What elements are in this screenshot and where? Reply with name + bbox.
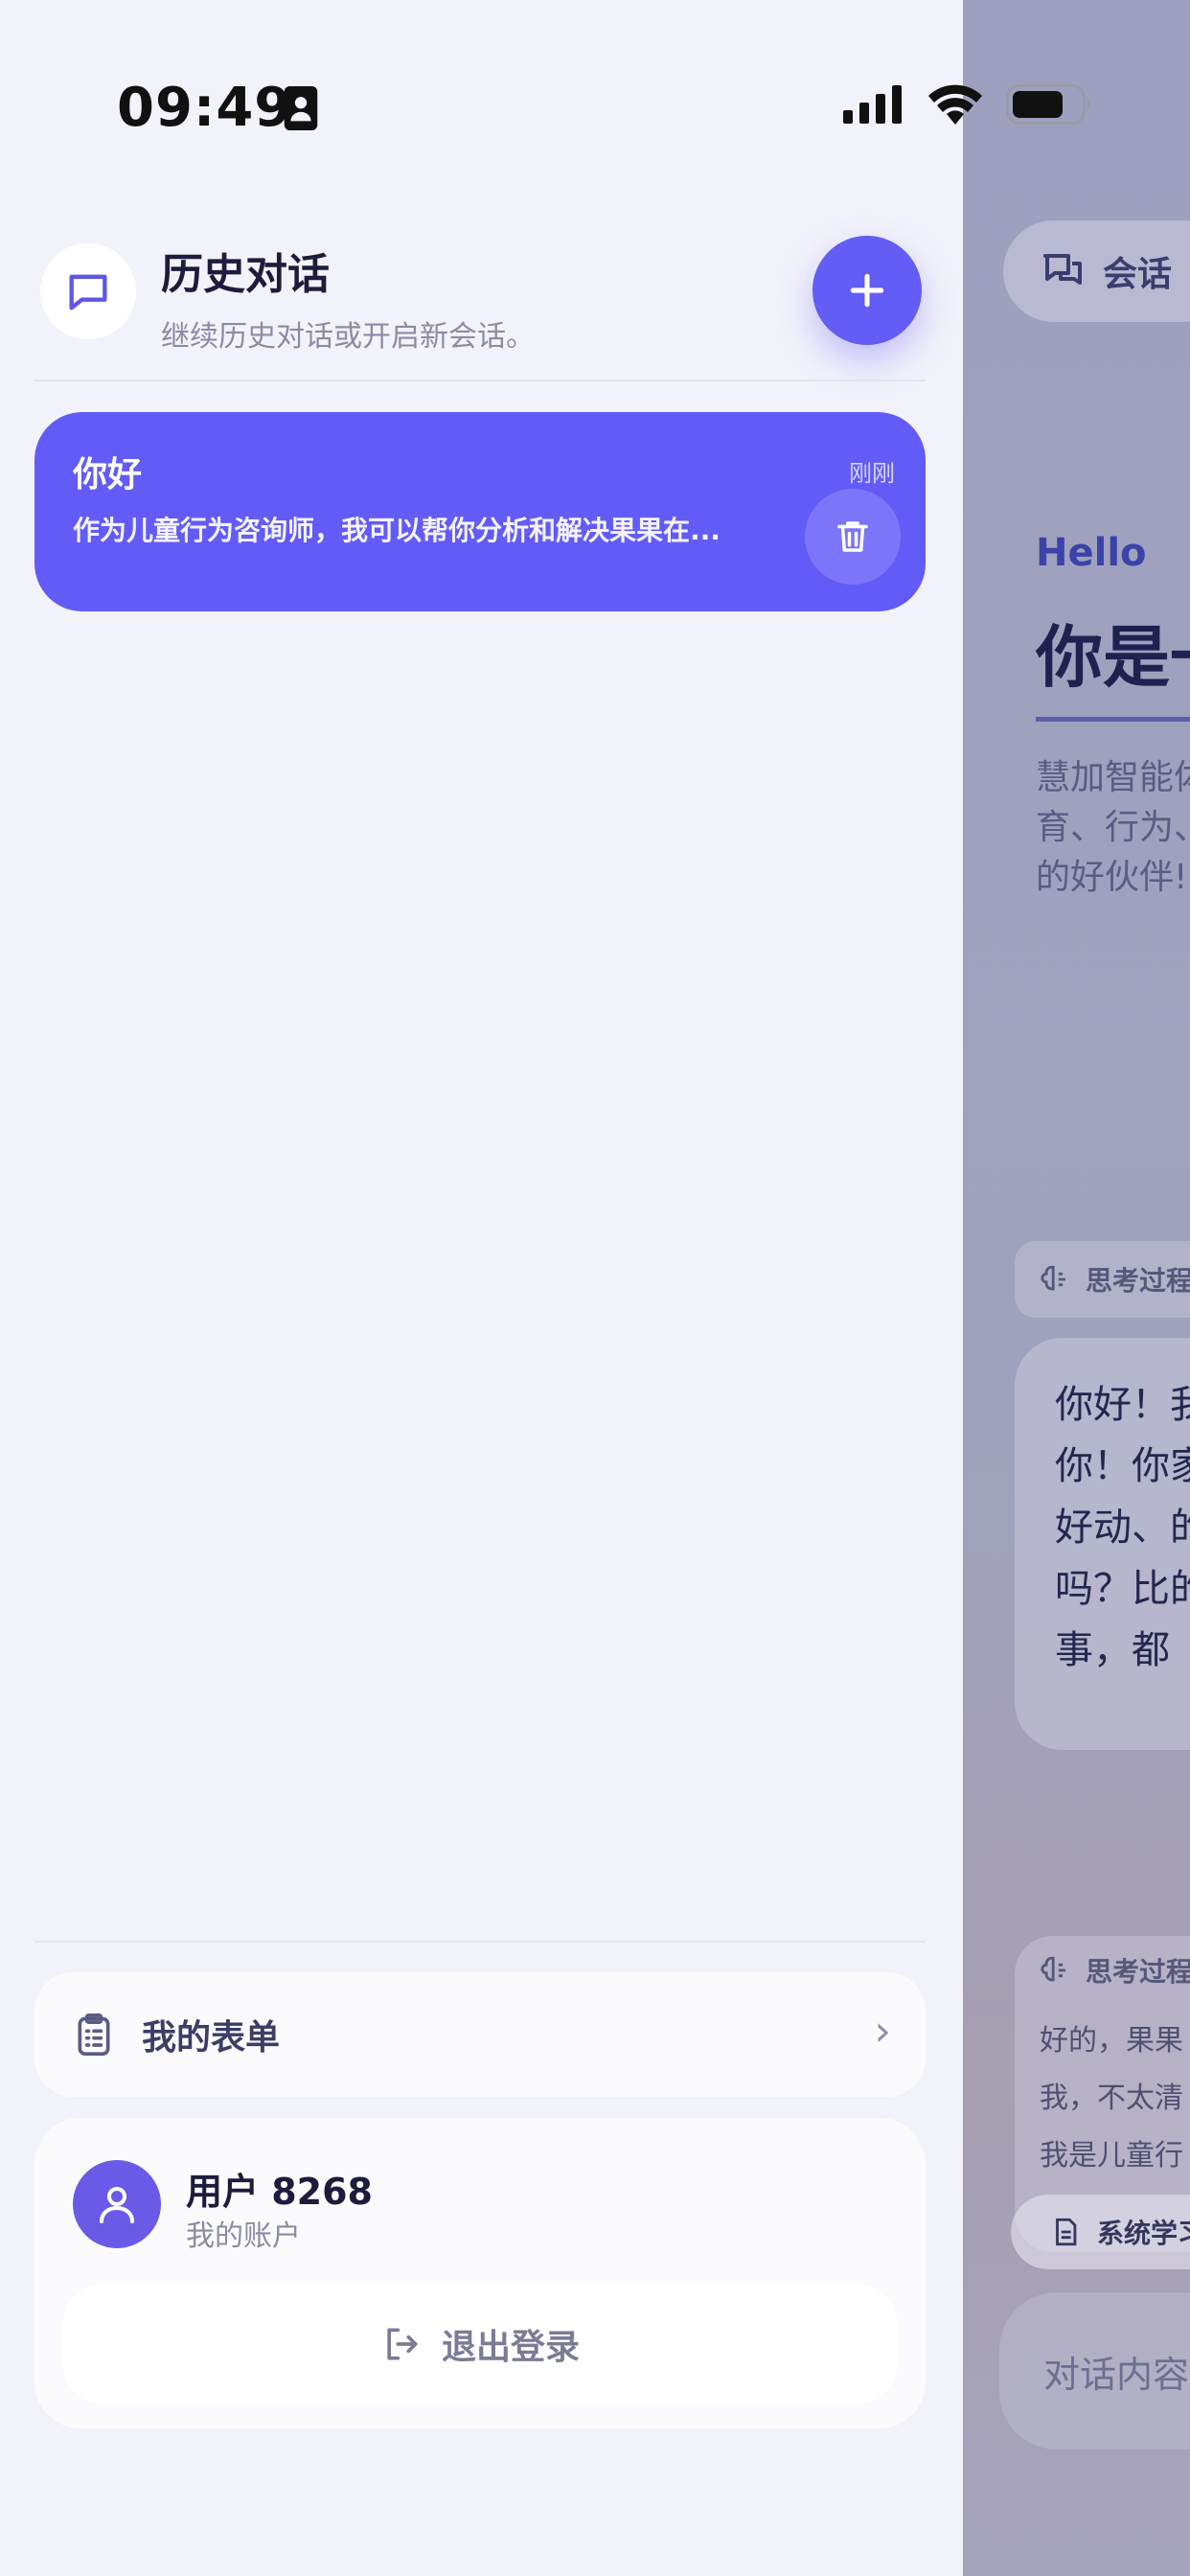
session-button-label: 会话 xyxy=(1103,255,1173,294)
logout-button[interactable]: 退出登录 xyxy=(63,2285,897,2404)
avatar[interactable] xyxy=(73,2160,161,2248)
thinking-toggle-2[interactable]: 思考过程 xyxy=(1015,1936,1190,1990)
account-subtitle: 我的账户 xyxy=(186,2220,301,2253)
brain-icon xyxy=(1041,1956,1065,1982)
system-learning-chip[interactable]: 系统学习 xyxy=(1011,2195,1190,2269)
brain-icon xyxy=(1041,1265,1065,1291)
page-title: 历史对话 xyxy=(161,250,330,299)
session-button[interactable]: 会话 xyxy=(1003,220,1190,322)
contact-card-icon xyxy=(284,86,318,130)
history-header-icon xyxy=(40,243,136,339)
wifi-icon xyxy=(928,84,982,125)
chat-bubbles-icon xyxy=(1043,254,1082,285)
welcome-title: 你是一 xyxy=(1036,618,1190,697)
reply-line: 我是儿童行 xyxy=(1040,2139,1183,2173)
status-indicators xyxy=(843,84,1094,125)
chat-bubble-icon xyxy=(69,274,107,310)
input-placeholder: 对话内容 xyxy=(1043,2353,1190,2396)
battery-icon xyxy=(1006,84,1090,125)
background-chat-page: 会话 Hello 你是一 慧加智能体育、行为、的好伙伴! 思考过程 你好！我你！… xyxy=(963,0,1190,2576)
assistant-message-bubble: 你好！我你！你家泼好动、的吗？比的事，都 xyxy=(1015,1338,1190,1750)
thinking-toggle[interactable]: 思考过程 xyxy=(1015,1241,1190,1318)
signal-icon xyxy=(843,85,902,124)
reply-line: 我，不太清 xyxy=(1040,2082,1183,2115)
header-divider xyxy=(34,380,926,381)
hello-label: Hello xyxy=(1036,531,1147,575)
status-time: 09:49 xyxy=(117,77,293,139)
chip-label: 系统学习 xyxy=(1097,2218,1190,2249)
title-underline xyxy=(1036,717,1190,722)
new-conversation-button[interactable] xyxy=(812,236,922,345)
conversation-title: 你好 xyxy=(73,455,143,494)
footer-divider xyxy=(34,1941,926,1943)
reply-line: 好的，果果 xyxy=(1040,2024,1183,2058)
document-icon xyxy=(1056,2218,1077,2246)
user-icon xyxy=(100,2187,134,2223)
logout-label: 退出登录 xyxy=(441,2328,580,2367)
history-drawer: 09:49 历史对话 继续历史对话或开启新会话。 你好 刚刚 作为儿童行为咨询师… xyxy=(0,0,1090,2576)
user-name: 用户 8268 xyxy=(186,2171,373,2213)
trash-icon xyxy=(837,521,868,552)
conversation-preview: 作为儿童行为咨询师，我可以帮你分析和解决果果在... xyxy=(73,515,721,546)
message-input[interactable]: 对话内容 xyxy=(999,2292,1190,2450)
thinking-label: 思考过程 xyxy=(1086,1956,1190,1988)
my-forms-label: 我的表单 xyxy=(142,2018,281,2058)
page-subtitle: 继续历史对话或开启新会话。 xyxy=(161,320,535,354)
delete-conversation-button[interactable] xyxy=(805,489,901,585)
conversation-time: 刚刚 xyxy=(849,460,895,487)
chevron-right-icon: › xyxy=(874,2007,891,2056)
account-card: 用户 8268 我的账户 退出登录 xyxy=(34,2118,926,2428)
conversation-item[interactable]: 你好 刚刚 作为儿童行为咨询师，我可以帮你分析和解决果果在... xyxy=(34,412,926,611)
my-forms-menu-item[interactable]: 我的表单 › xyxy=(34,1972,926,2097)
clipboard-icon xyxy=(78,2013,110,2056)
logout-icon xyxy=(387,2328,418,2360)
plus-icon xyxy=(850,273,884,308)
welcome-description: 慧加智能体育、行为、的好伙伴! xyxy=(1036,758,1190,897)
thinking-label: 思考过程 xyxy=(1086,1265,1190,1297)
